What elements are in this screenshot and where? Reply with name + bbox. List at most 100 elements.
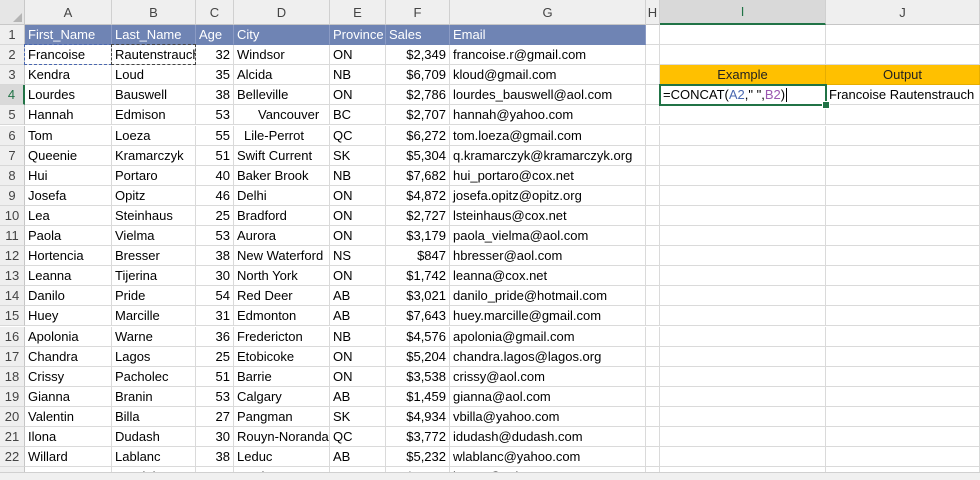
table-cell[interactable]: Willard bbox=[25, 447, 112, 468]
table-cell[interactable]: q.kramarczyk@kramarczyk.org bbox=[450, 145, 646, 166]
table-cell[interactable]: Lablanc bbox=[112, 447, 196, 468]
grid-cell[interactable] bbox=[646, 286, 660, 307]
table-cell[interactable]: Kendra bbox=[25, 65, 112, 86]
table-header-province[interactable]: Province bbox=[330, 25, 386, 46]
table-cell[interactable]: Calgary bbox=[234, 386, 330, 407]
table-cell[interactable]: Alcida bbox=[234, 65, 330, 86]
row-header-20[interactable]: 20 bbox=[0, 406, 25, 427]
table-cell[interactable]: AB bbox=[330, 447, 386, 468]
grid-cell[interactable] bbox=[646, 205, 660, 226]
table-cell[interactable]: 35 bbox=[196, 65, 234, 86]
table-cell[interactable]: Tijerina bbox=[112, 266, 196, 287]
table-cell[interactable]: 38 bbox=[196, 85, 234, 106]
table-cell[interactable]: crissy@aol.com bbox=[450, 366, 646, 387]
grid-cell[interactable] bbox=[646, 306, 660, 327]
table-cell[interactable]: $4,872 bbox=[386, 185, 450, 206]
table-cell[interactable]: 25 bbox=[196, 205, 234, 226]
column-header-i[interactable]: I bbox=[660, 0, 826, 25]
grid-cell[interactable] bbox=[826, 45, 980, 66]
table-cell[interactable]: Chandra bbox=[25, 346, 112, 367]
table-cell[interactable]: 27 bbox=[196, 406, 234, 427]
grid-cell[interactable] bbox=[826, 306, 980, 327]
table-cell[interactable]: $3,021 bbox=[386, 286, 450, 307]
column-header-j[interactable]: J bbox=[826, 0, 980, 25]
column-header-d[interactable]: D bbox=[234, 0, 330, 25]
table-cell[interactable]: francoise.r@gmail.com bbox=[450, 45, 646, 66]
table-cell[interactable]: Vielma bbox=[112, 226, 196, 247]
grid-cell[interactable] bbox=[646, 386, 660, 407]
table-cell[interactable]: Crissy bbox=[25, 366, 112, 387]
table-cell[interactable]: Barrie bbox=[234, 366, 330, 387]
grid-cell[interactable] bbox=[660, 165, 826, 186]
grid-cell[interactable] bbox=[660, 406, 826, 427]
table-cell[interactable]: Valentin bbox=[25, 406, 112, 427]
grid-cell[interactable] bbox=[826, 185, 980, 206]
table-cell[interactable]: Delhi bbox=[234, 185, 330, 206]
grid-cell[interactable] bbox=[826, 427, 980, 448]
row-header-4[interactable]: 4 bbox=[0, 85, 25, 106]
row-header-12[interactable]: 12 bbox=[0, 246, 25, 267]
table-cell[interactable]: NB bbox=[330, 326, 386, 347]
table-cell[interactable]: Paola bbox=[25, 226, 112, 247]
table-cell[interactable]: wlablanc@yahoo.com bbox=[450, 447, 646, 468]
table-cell[interactable]: ON bbox=[330, 45, 386, 66]
table-cell[interactable]: Kramarczyk bbox=[112, 145, 196, 166]
table-header-city[interactable]: City bbox=[234, 25, 330, 46]
table-cell[interactable]: 31 bbox=[196, 306, 234, 327]
table-cell[interactable]: $7,682 bbox=[386, 165, 450, 186]
grid-cell[interactable] bbox=[826, 105, 980, 126]
table-cell[interactable]: 51 bbox=[196, 366, 234, 387]
grid-cell[interactable] bbox=[646, 326, 660, 347]
grid-cell[interactable] bbox=[660, 246, 826, 267]
row-header-10[interactable]: 10 bbox=[0, 205, 25, 226]
table-cell[interactable]: SK bbox=[330, 406, 386, 427]
output-cell[interactable]: Francoise Rautenstrauch bbox=[826, 85, 980, 106]
table-cell[interactable]: Lile-Perrot bbox=[234, 125, 330, 146]
table-cell[interactable]: SK bbox=[330, 145, 386, 166]
grid-cell[interactable] bbox=[826, 326, 980, 347]
table-cell[interactable]: 40 bbox=[196, 165, 234, 186]
grid-cell[interactable] bbox=[660, 226, 826, 247]
table-cell[interactable]: Loeza bbox=[112, 125, 196, 146]
grid-cell[interactable] bbox=[660, 326, 826, 347]
table-cell[interactable]: Tom bbox=[25, 125, 112, 146]
grid-cell[interactable] bbox=[646, 266, 660, 287]
row-header-21[interactable]: 21 bbox=[0, 427, 25, 448]
row-header-9[interactable]: 9 bbox=[0, 185, 25, 206]
table-cell[interactable]: chandra.lagos@lagos.org bbox=[450, 346, 646, 367]
table-cell[interactable]: ON bbox=[330, 226, 386, 247]
table-cell[interactable]: Lourdes bbox=[25, 85, 112, 106]
table-header-sales[interactable]: Sales bbox=[386, 25, 450, 46]
grid-cell[interactable] bbox=[660, 185, 826, 206]
grid-cell[interactable] bbox=[646, 346, 660, 367]
grid-cell[interactable] bbox=[646, 105, 660, 126]
grid-cell[interactable] bbox=[826, 165, 980, 186]
table-cell[interactable]: ON bbox=[330, 205, 386, 226]
grid-cell[interactable] bbox=[826, 145, 980, 166]
row-header-8[interactable]: 8 bbox=[0, 165, 25, 186]
table-cell[interactable]: QC bbox=[330, 125, 386, 146]
table-cell[interactable]: leanna@cox.net bbox=[450, 266, 646, 287]
table-cell[interactable]: apolonia@gmail.com bbox=[450, 326, 646, 347]
table-cell[interactable]: 53 bbox=[196, 105, 234, 126]
table-cell[interactable]: Huey bbox=[25, 306, 112, 327]
row-header-11[interactable]: 11 bbox=[0, 226, 25, 247]
table-cell[interactable]: ON bbox=[330, 366, 386, 387]
table-cell[interactable]: BC bbox=[330, 105, 386, 126]
grid-cell[interactable] bbox=[646, 406, 660, 427]
row-header-2[interactable]: 2 bbox=[0, 45, 25, 66]
table-cell[interactable]: Opitz bbox=[112, 185, 196, 206]
table-cell[interactable]: kloud@gmail.com bbox=[450, 65, 646, 86]
table-cell[interactable]: Lagos bbox=[112, 346, 196, 367]
grid-cell[interactable] bbox=[660, 205, 826, 226]
table-cell[interactable]: Ilona bbox=[25, 427, 112, 448]
table-cell[interactable]: Rautenstrauch bbox=[112, 45, 196, 66]
table-cell[interactable]: 30 bbox=[196, 266, 234, 287]
grid-cell[interactable] bbox=[660, 45, 826, 66]
table-cell[interactable]: Marcille bbox=[112, 306, 196, 327]
table-cell[interactable]: $2,727 bbox=[386, 205, 450, 226]
table-cell[interactable]: $4,934 bbox=[386, 406, 450, 427]
table-cell[interactable]: Lea bbox=[25, 205, 112, 226]
table-cell[interactable]: huey.marcille@gmail.com bbox=[450, 306, 646, 327]
table-cell[interactable]: danilo_pride@hotmail.com bbox=[450, 286, 646, 307]
